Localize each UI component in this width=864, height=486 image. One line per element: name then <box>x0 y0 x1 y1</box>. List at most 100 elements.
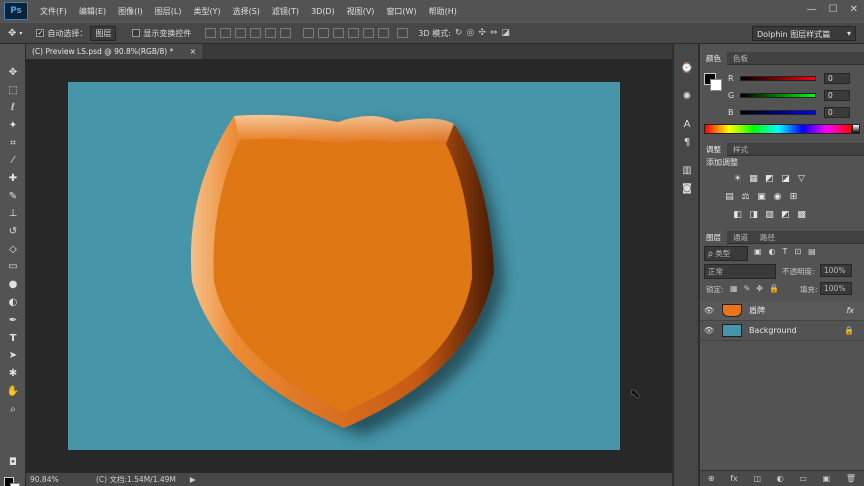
document-canvas[interactable] <box>68 82 620 450</box>
posterize-icon[interactable]: ◨ <box>748 210 759 220</box>
visibility-eye-icon[interactable]: 👁 <box>700 326 718 335</box>
align-left-icon[interactable] <box>250 28 262 38</box>
fx-icon[interactable]: fx <box>846 306 854 315</box>
healing-tool-icon[interactable]: ✚ <box>5 172 21 186</box>
3d-pan-icon[interactable]: ✣ <box>478 28 486 38</box>
channel-mixer-icon[interactable]: ⊞ <box>788 192 799 202</box>
brush-tool-icon[interactable]: ✎ <box>5 190 21 204</box>
path-selection-tool-icon[interactable]: ➤ <box>5 349 21 363</box>
gradient-tool-icon[interactable]: ▭ <box>5 260 21 274</box>
clone-source-icon[interactable]: ◙ <box>680 182 694 195</box>
slider-b-track[interactable] <box>740 109 816 115</box>
tab-styles[interactable]: 样式 <box>727 143 754 156</box>
history-panel-icon[interactable]: ⌚ <box>680 62 694 75</box>
auto-align-icon[interactable] <box>397 28 409 38</box>
link-layers-icon[interactable]: ⊕ <box>708 474 715 483</box>
filter-adjust-icon[interactable]: ◐ <box>769 247 776 256</box>
menu-file[interactable]: 文件(F) <box>34 6 73 17</box>
black-white-icon[interactable]: ▣ <box>756 192 767 202</box>
paragraph-panel-icon[interactable]: ¶ <box>680 136 694 149</box>
lock-pixels-icon[interactable]: ✎ <box>744 284 751 293</box>
layer-row-shield[interactable]: 👁 盾牌 fx <box>700 301 864 321</box>
pen-tool-icon[interactable]: ✒ <box>5 314 21 328</box>
tab-channels[interactable]: 通道 <box>727 231 754 244</box>
dodge-tool-icon[interactable]: ◐ <box>5 296 21 310</box>
restore-button[interactable]: ☐ <box>829 4 838 15</box>
levels-icon[interactable]: ▦ <box>748 174 759 184</box>
threshold-icon[interactable]: ▨ <box>764 210 775 220</box>
delete-layer-icon[interactable]: 🗑 <box>846 474 856 483</box>
layer-row-background[interactable]: 👁 Background 🔒 <box>700 321 864 341</box>
new-adjustment-icon[interactable]: ◐ <box>777 474 784 483</box>
crop-tool-icon[interactable]: ⌗ <box>5 137 21 151</box>
align-bottom-icon[interactable] <box>235 28 247 38</box>
workspace-switcher[interactable]: Dolphin 图层样式篇 ▾ <box>752 26 856 41</box>
distribute-hcenter-icon[interactable] <box>363 28 375 38</box>
type-tool-icon[interactable]: T <box>5 332 21 346</box>
quick-mask-icon[interactable]: ◘ <box>5 456 21 470</box>
align-vcenter-icon[interactable] <box>220 28 232 38</box>
curves-icon[interactable]: ◩ <box>764 174 775 184</box>
distribute-top-icon[interactable] <box>303 28 315 38</box>
history-brush-tool-icon[interactable]: ↺ <box>5 225 21 239</box>
zoom-tool-icon[interactable]: ⌕ <box>5 403 21 417</box>
selective-color-icon[interactable]: ▩ <box>796 210 807 220</box>
menu-window[interactable]: 窗口(W) <box>380 6 422 17</box>
3d-slide-icon[interactable]: ⇔ <box>490 28 498 38</box>
magic-wand-tool-icon[interactable]: ✦ <box>5 119 21 133</box>
lock-all-icon[interactable]: 🔒 <box>769 284 779 293</box>
minimize-button[interactable]: — <box>807 4 817 15</box>
filter-pixel-icon[interactable]: ▣ <box>754 247 762 256</box>
exposure-icon[interactable]: ◪ <box>780 174 791 184</box>
brush-presets-icon[interactable]: ▥ <box>680 164 694 177</box>
eyedropper-tool-icon[interactable]: ⁄ <box>5 154 21 168</box>
invert-icon[interactable]: ◧ <box>732 210 743 220</box>
auto-select-dropdown[interactable]: 图层 <box>90 25 117 41</box>
zoom-level[interactable]: 90.84% <box>26 475 66 484</box>
color-spectrum-bw[interactable] <box>852 124 860 134</box>
character-panel-icon[interactable]: A <box>680 118 694 131</box>
eraser-tool-icon[interactable]: ◇ <box>5 243 21 257</box>
lock-transparent-icon[interactable]: ▦ <box>730 284 738 293</box>
slider-b-value[interactable]: 0 <box>824 106 850 118</box>
menu-edit[interactable]: 编辑(E) <box>73 6 112 17</box>
align-hcenter-icon[interactable] <box>265 28 277 38</box>
menu-view[interactable]: 视图(V) <box>341 6 381 17</box>
add-style-icon[interactable]: fx <box>730 474 738 483</box>
marquee-tool-icon[interactable]: ⬚ <box>5 84 21 98</box>
lasso-tool-icon[interactable]: ℓ <box>5 101 21 115</box>
menu-select[interactable]: 选择(S) <box>227 6 266 17</box>
status-menu-arrow-icon[interactable]: ▶ <box>190 475 196 484</box>
tab-adjustments[interactable]: 调整 <box>700 142 727 156</box>
close-tab-icon[interactable]: × <box>190 47 196 56</box>
actions-panel-icon[interactable]: ✺ <box>680 90 694 103</box>
opacity-field[interactable]: 100% <box>820 264 852 277</box>
slider-r-value[interactable]: 0 <box>824 72 850 84</box>
stamp-tool-icon[interactable]: ⊥ <box>5 207 21 221</box>
tab-paths[interactable]: 路径 <box>754 231 781 244</box>
hand-tool-icon[interactable]: ✋ <box>5 385 21 399</box>
menu-layer[interactable]: 图层(L) <box>149 6 188 17</box>
blur-tool-icon[interactable]: ● <box>5 278 21 292</box>
blend-mode-dropdown[interactable]: 正常 <box>704 264 776 279</box>
slider-r-track[interactable] <box>740 75 816 81</box>
lock-position-icon[interactable]: ✥ <box>756 284 763 293</box>
layer-name[interactable]: Background <box>749 326 797 335</box>
move-tool-icon[interactable]: ✥ <box>5 66 21 80</box>
tab-layers[interactable]: 图层 <box>700 230 727 244</box>
gradient-map-icon[interactable]: ◩ <box>780 210 791 220</box>
document-tab[interactable]: (C) Preview LS.psd @ 90.8%(RGB/8) * × <box>26 44 202 59</box>
distribute-vcenter-icon[interactable] <box>318 28 330 38</box>
show-transform-checkbox[interactable] <box>132 29 141 37</box>
new-layer-icon[interactable]: ▣ <box>823 474 831 483</box>
color-balance-icon[interactable]: ⚖ <box>740 192 751 202</box>
3d-scale-icon[interactable]: ◪ <box>501 28 510 38</box>
menu-help[interactable]: 帮助(H) <box>423 6 463 17</box>
layer-name[interactable]: 盾牌 <box>749 305 765 316</box>
close-button[interactable]: ✕ <box>850 4 858 15</box>
move-tool-preset[interactable]: ✥ ▾ <box>8 28 22 39</box>
tab-swatches[interactable]: 色板 <box>727 52 754 65</box>
vibrance-icon[interactable]: ▽ <box>796 174 807 184</box>
menu-type[interactable]: 类型(Y) <box>187 6 226 17</box>
distribute-bottom-icon[interactable] <box>333 28 345 38</box>
